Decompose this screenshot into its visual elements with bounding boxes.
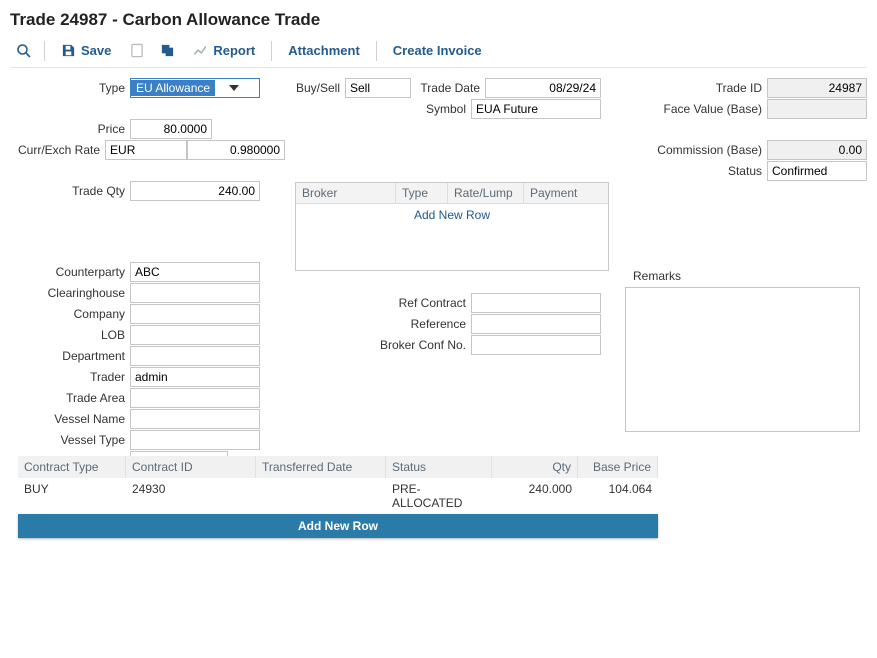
contract-grid: Contract Type Contract ID Transferred Da… [18,456,658,538]
broker-table: Broker Type Rate/Lump Payment Add New Ro… [295,182,609,271]
col-base-price: Base Price [578,456,658,478]
broker-type-col: Type [396,183,448,204]
price-label: Price [18,122,130,136]
type-value: EU Allowance [131,80,215,96]
face-value-field [767,99,867,119]
vessel-name-label: Vessel Name [18,412,130,426]
price-field[interactable] [130,119,212,139]
ref-contract-field[interactable] [471,293,601,313]
search-icon[interactable] [10,39,38,63]
currency-field[interactable] [105,140,187,160]
cell-status: PRE-ALLOCATED [386,478,492,514]
status-field[interactable] [767,161,867,181]
remarks-label: Remarks [633,269,686,283]
lob-label: LOB [18,328,130,342]
trade-id-label: Trade ID [625,81,767,95]
col-contract-id: Contract ID [126,456,256,478]
cell-base-price: 104.064 [578,478,658,514]
lob-field[interactable] [130,325,260,345]
right-column: Trade ID Face Value (Base) Commission (B… [625,78,873,435]
broker-table-header: Broker Type Rate/Lump Payment [296,183,608,204]
note-icon[interactable] [123,39,151,63]
buy-sell-field[interactable] [345,78,411,98]
face-value-label: Face Value (Base) [625,102,767,116]
vessel-type-field[interactable] [130,430,260,450]
broker-rate-col: Rate/Lump [448,183,524,204]
curr-exch-label: Curr/Exch Rate [18,143,105,157]
toolbar-divider [44,41,45,61]
create-invoice-label: Create Invoice [393,43,482,58]
col-qty: Qty [492,456,578,478]
broker-add-row[interactable]: Add New Row [296,204,608,226]
page-title: Trade 24987 - Carbon Allowance Trade [10,10,867,30]
vessel-name-field[interactable] [130,409,260,429]
commission-label: Commission (Base) [625,143,767,157]
type-label: Type [18,81,130,95]
trade-date-label: Trade Date [411,81,485,95]
status-label: Status [625,164,767,178]
vessel-type-label: Vessel Type [18,433,130,447]
ref-contract-label: Ref Contract [295,296,471,310]
trader-label: Trader [18,370,130,384]
toolbar-divider [376,41,377,61]
commission-field [767,140,867,160]
contract-grid-header: Contract Type Contract ID Transferred Da… [18,456,658,478]
trade-id-field [767,78,867,98]
copy-icon[interactable] [153,39,181,63]
cell-contract-type: BUY [18,478,126,514]
col-transferred-date: Transferred Date [256,456,386,478]
mid-column: Buy/Sell Trade Date Symbol Broker Type R… [295,78,615,356]
report-label: Report [213,43,255,58]
symbol-label: Symbol [295,102,471,116]
clearinghouse-label: Clearinghouse [18,286,130,300]
trade-qty-label: Trade Qty [18,184,130,198]
remarks-field[interactable] [625,287,860,432]
toolbar-divider [271,41,272,61]
cell-contract-id: 24930 [126,478,256,514]
counterparty-field[interactable] [130,262,260,282]
attachment-button[interactable]: Attachment [278,39,370,62]
broker-conf-label: Broker Conf No. [295,338,471,352]
company-field[interactable] [130,304,260,324]
table-row[interactable]: BUY 24930 PRE-ALLOCATED 240.000 104.064 [18,478,658,514]
buy-sell-label: Buy/Sell [295,81,345,95]
form-area: Type EU Allowance Price Curr/Exch Rate T… [10,78,867,658]
cell-transferred-date [256,478,386,514]
company-label: Company [18,307,130,321]
col-status: Status [386,456,492,478]
chevron-down-icon [229,85,239,91]
left-column: Type EU Allowance Price Curr/Exch Rate T… [18,78,268,472]
attachment-label: Attachment [288,43,360,58]
toolbar: Save Report Attachment Create Invoice [10,38,867,68]
create-invoice-button[interactable]: Create Invoice [383,39,492,62]
exch-rate-field[interactable] [187,140,285,160]
save-label: Save [81,43,111,58]
broker-payment-col: Payment [524,183,608,204]
broker-col: Broker [296,183,396,204]
broker-table-body [296,226,608,270]
symbol-field[interactable] [471,99,601,119]
save-button[interactable]: Save [51,39,121,62]
report-button[interactable]: Report [183,39,265,62]
department-label: Department [18,349,130,363]
trade-date-field[interactable] [485,78,601,98]
chart-icon [193,44,208,58]
reference-field[interactable] [471,314,601,334]
trade-area-label: Trade Area [18,391,130,405]
trade-qty-field[interactable] [130,181,260,201]
counterparty-label: Counterparty [18,265,130,279]
contract-add-row[interactable]: Add New Row [18,514,658,538]
department-field[interactable] [130,346,260,366]
save-icon [61,43,76,58]
trader-field[interactable] [130,367,260,387]
broker-conf-field[interactable] [471,335,601,355]
clearinghouse-field[interactable] [130,283,260,303]
cell-qty: 240.000 [492,478,578,514]
type-dropdown[interactable]: EU Allowance [130,78,260,98]
reference-label: Reference [295,317,471,331]
trade-area-field[interactable] [130,388,260,408]
col-contract-type: Contract Type [18,456,126,478]
